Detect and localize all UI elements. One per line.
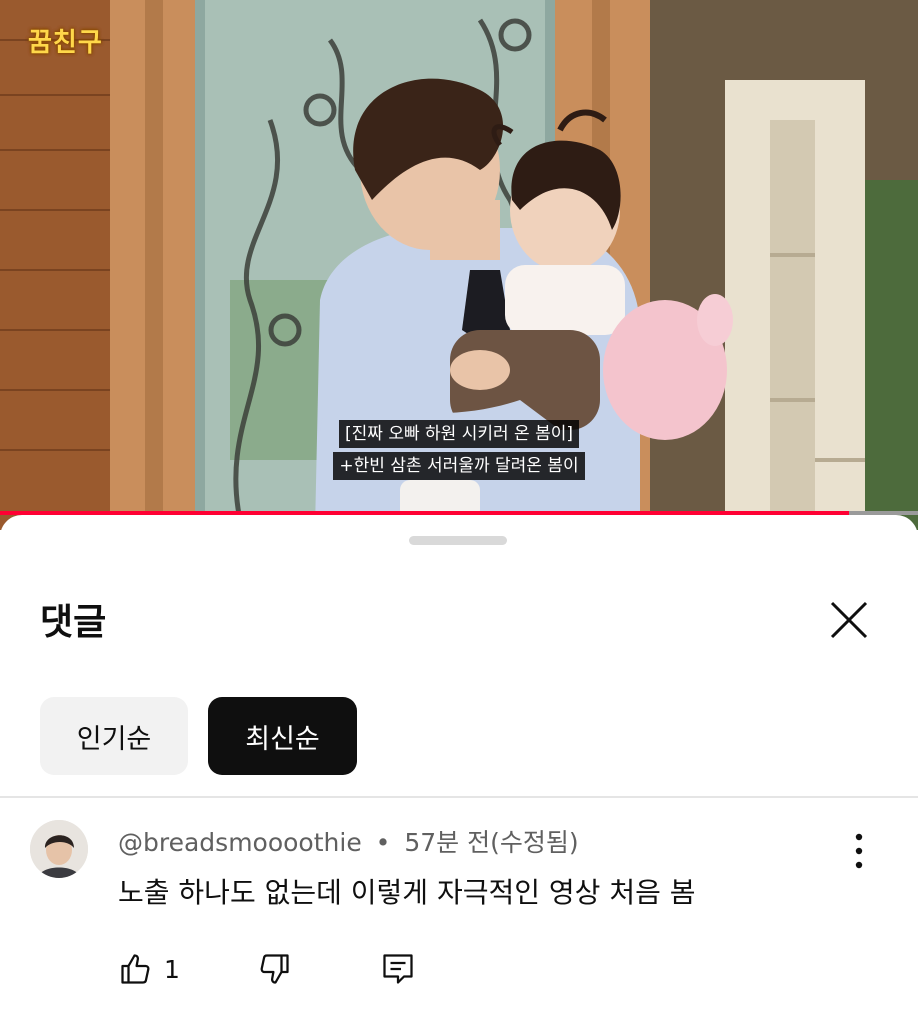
reply-button[interactable] bbox=[380, 949, 416, 989]
avatar-image bbox=[30, 820, 88, 878]
comment-time: 57분 전(수정됨) bbox=[404, 828, 579, 857]
comment-text: 노출 하나도 없는데 이렇게 자극적인 영상 처음 봄 bbox=[118, 876, 696, 909]
thumbs-up-icon bbox=[121, 954, 150, 984]
channel-logo: 꿈친구 bbox=[28, 28, 103, 58]
subtitle-text-1: [진짜 오빠 하원 시키러 온 봄이] bbox=[339, 420, 579, 448]
sort-chip-label: 최신순 bbox=[245, 723, 320, 755]
comment-more-button[interactable] bbox=[842, 831, 876, 871]
comments-title: 댓글 bbox=[40, 602, 107, 643]
sort-chip-popular[interactable]: 인기순 bbox=[40, 697, 188, 775]
comments-sheet: 댓글 인기순 최신순 @breadsmoooothie • 57분 전(수정됨)… bbox=[0, 515, 918, 1024]
sort-chip-label: 인기순 bbox=[76, 723, 152, 755]
video-player[interactable]: 꿈친구 [진짜 오빠 하원 시키러 온 봄이] +한빈 삼촌 서러울까 달려온 … bbox=[0, 0, 918, 530]
more-vert-icon bbox=[855, 833, 863, 869]
close-icon bbox=[830, 601, 868, 639]
comment-meta: @breadsmoooothie • 57분 전(수정됨) bbox=[118, 823, 579, 859]
subtitle-line-1: [진짜 오빠 하원 시키러 온 봄이] bbox=[0, 420, 918, 448]
sort-chip-newest[interactable]: 최신순 bbox=[208, 697, 357, 775]
comment-author[interactable]: @breadsmoooothie bbox=[118, 828, 362, 857]
like-button[interactable]: 1 bbox=[118, 949, 180, 989]
drag-handle[interactable] bbox=[409, 536, 507, 545]
close-button[interactable] bbox=[826, 597, 872, 643]
like-count: 1 bbox=[164, 954, 180, 984]
dislike-button[interactable] bbox=[256, 949, 292, 989]
video-frame bbox=[0, 0, 918, 530]
reply-icon bbox=[383, 954, 413, 984]
subtitle-text-2: +한빈 삼촌 서러울까 달려온 봄이 bbox=[333, 452, 585, 480]
divider bbox=[0, 796, 918, 798]
meta-separator: • bbox=[375, 828, 391, 857]
subtitle-line-2: +한빈 삼촌 서러울까 달려온 봄이 bbox=[0, 452, 918, 480]
thumbs-down-icon bbox=[260, 954, 289, 984]
avatar[interactable] bbox=[30, 820, 88, 878]
